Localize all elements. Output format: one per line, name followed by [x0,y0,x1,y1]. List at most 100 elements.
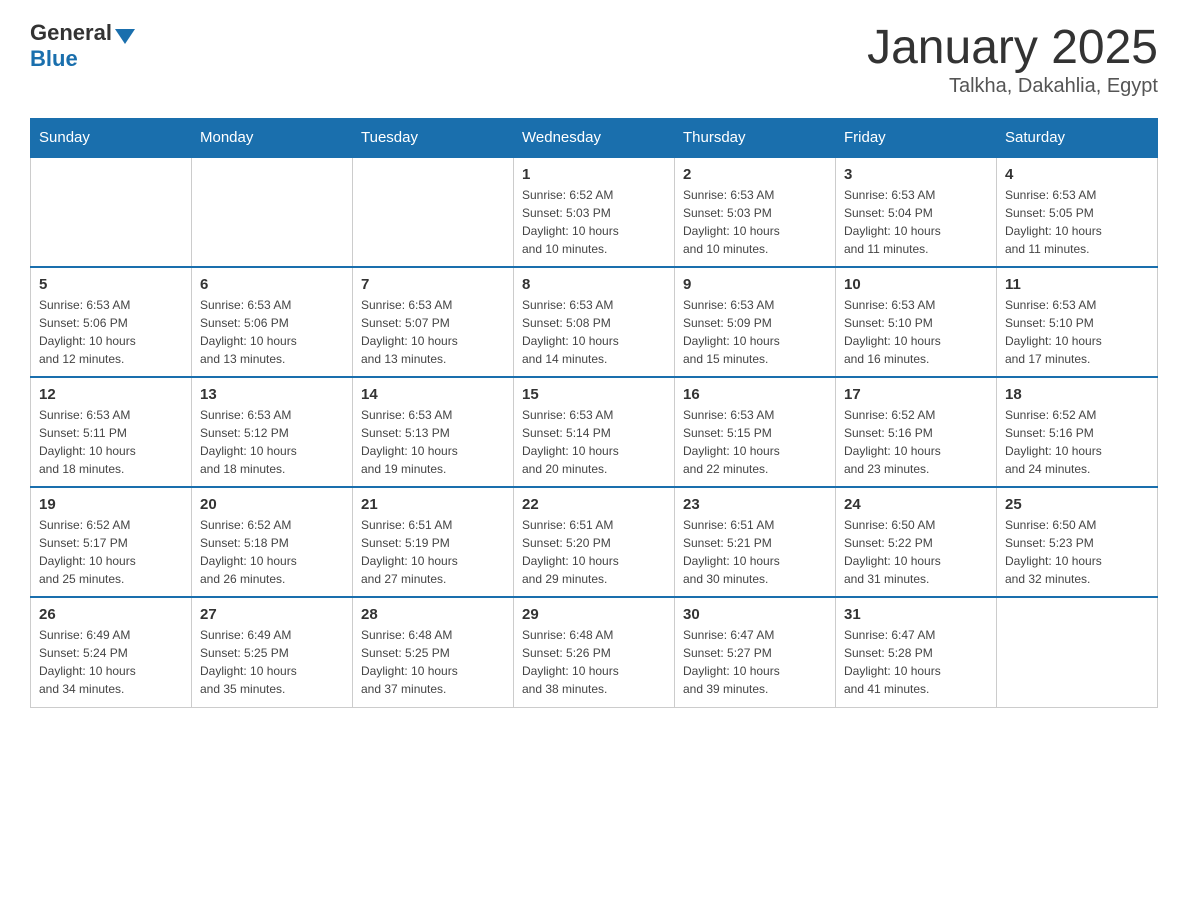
day-number: 27 [200,606,344,623]
calendar-subtitle: Talkha, Dakahlia, Egypt [867,75,1158,98]
day-number: 6 [200,276,344,293]
day-info: Sunrise: 6:52 AM Sunset: 5:16 PM Dayligh… [1005,406,1149,478]
day-info: Sunrise: 6:53 AM Sunset: 5:06 PM Dayligh… [200,296,344,368]
table-cell: 30 Sunrise: 6:47 AM Sunset: 5:27 PM Dayli… [675,597,836,707]
header-saturday: Saturday [997,119,1158,158]
day-info: Sunrise: 6:53 AM Sunset: 5:15 PM Dayligh… [683,406,827,478]
table-cell: 6 Sunrise: 6:53 AM Sunset: 5:06 PM Daylig… [192,267,353,377]
day-number: 26 [39,606,183,623]
day-info: Sunrise: 6:52 AM Sunset: 5:03 PM Dayligh… [522,186,666,258]
week-row-3: 12Sunrise: 6:53 AM Sunset: 5:11 PM Dayli… [31,377,1158,487]
table-cell: 9Sunrise: 6:53 AM Sunset: 5:09 PM Daylig… [675,267,836,377]
header-row: SundayMondayTuesdayWednesdayThursdayFrid… [31,119,1158,158]
calendar-title: January 2025 [867,20,1158,75]
day-info: Sunrise: 6:53 AM Sunset: 5:10 PM Dayligh… [844,296,988,368]
title-section: January 2025 Talkha, Dakahlia, Egypt [867,20,1158,98]
day-info: Sunrise: 6:52 AM Sunset: 5:18 PM Dayligh… [200,516,344,588]
day-info: Sunrise: 6:53 AM Sunset: 5:03 PM Dayligh… [683,186,827,258]
day-number: 4 [1005,166,1149,183]
day-number: 30 [683,606,827,623]
day-info: Sunrise: 6:53 AM Sunset: 5:08 PM Dayligh… [522,296,666,368]
day-number: 14 [361,386,505,403]
table-cell [31,157,192,267]
day-number: 16 [683,386,827,403]
day-info: Sunrise: 6:52 AM Sunset: 5:16 PM Dayligh… [844,406,988,478]
day-number: 8 [522,276,666,293]
table-cell: 2 Sunrise: 6:53 AM Sunset: 5:03 PM Daylig… [675,157,836,267]
day-info: Sunrise: 6:53 AM Sunset: 5:13 PM Dayligh… [361,406,505,478]
table-cell: 24 Sunrise: 6:50 AM Sunset: 5:22 PM Dayli… [836,487,997,597]
header-sunday: Sunday [31,119,192,158]
table-cell [353,157,514,267]
logo-blue: Blue [30,46,78,71]
table-cell: 19 Sunrise: 6:52 AM Sunset: 5:17 PM Dayli… [31,487,192,597]
day-info: Sunrise: 6:48 AM Sunset: 5:26 PM Dayligh… [522,626,666,698]
day-number: 7 [361,276,505,293]
day-number: 12 [39,386,183,403]
day-info: Sunrise: 6:53 AM Sunset: 5:06 PM Dayligh… [39,296,183,368]
day-number: 17 [844,386,988,403]
table-cell: 12Sunrise: 6:53 AM Sunset: 5:11 PM Dayli… [31,377,192,487]
day-info: Sunrise: 6:50 AM Sunset: 5:22 PM Dayligh… [844,516,988,588]
table-cell: 15Sunrise: 6:53 AM Sunset: 5:14 PM Dayli… [514,377,675,487]
table-cell: 7 Sunrise: 6:53 AM Sunset: 5:07 PM Daylig… [353,267,514,377]
week-row-2: 5 Sunrise: 6:53 AM Sunset: 5:06 PM Daylig… [31,267,1158,377]
logo-triangle-icon [115,29,135,44]
page-header: General Blue January 2025 Talkha, Dakahl… [30,20,1158,98]
day-number: 11 [1005,276,1149,293]
week-row-5: 26 Sunrise: 6:49 AM Sunset: 5:24 PM Dayli… [31,597,1158,707]
header-thursday: Thursday [675,119,836,158]
day-number: 24 [844,496,988,513]
table-cell: 11 Sunrise: 6:53 AM Sunset: 5:10 PM Dayli… [997,267,1158,377]
day-number: 29 [522,606,666,623]
day-number: 3 [844,166,988,183]
header-tuesday: Tuesday [353,119,514,158]
day-info: Sunrise: 6:53 AM Sunset: 5:05 PM Dayligh… [1005,186,1149,258]
day-info: Sunrise: 6:49 AM Sunset: 5:25 PM Dayligh… [200,626,344,698]
logo-general: General [30,20,112,46]
logo: General Blue [30,20,135,72]
table-cell: 21Sunrise: 6:51 AM Sunset: 5:19 PM Dayli… [353,487,514,597]
day-number: 23 [683,496,827,513]
table-cell: 5 Sunrise: 6:53 AM Sunset: 5:06 PM Daylig… [31,267,192,377]
day-info: Sunrise: 6:52 AM Sunset: 5:17 PM Dayligh… [39,516,183,588]
day-info: Sunrise: 6:53 AM Sunset: 5:04 PM Dayligh… [844,186,988,258]
day-number: 5 [39,276,183,293]
day-number: 2 [683,166,827,183]
day-info: Sunrise: 6:49 AM Sunset: 5:24 PM Dayligh… [39,626,183,698]
day-info: Sunrise: 6:47 AM Sunset: 5:27 PM Dayligh… [683,626,827,698]
table-cell: 8 Sunrise: 6:53 AM Sunset: 5:08 PM Daylig… [514,267,675,377]
day-info: Sunrise: 6:53 AM Sunset: 5:09 PM Dayligh… [683,296,827,368]
header-wednesday: Wednesday [514,119,675,158]
day-number: 13 [200,386,344,403]
week-row-1: 1 Sunrise: 6:52 AM Sunset: 5:03 PM Daylig… [31,157,1158,267]
table-cell: 16 Sunrise: 6:53 AM Sunset: 5:15 PM Dayli… [675,377,836,487]
day-number: 22 [522,496,666,513]
day-info: Sunrise: 6:51 AM Sunset: 5:19 PM Dayligh… [361,516,505,588]
day-info: Sunrise: 6:50 AM Sunset: 5:23 PM Dayligh… [1005,516,1149,588]
day-info: Sunrise: 6:53 AM Sunset: 5:12 PM Dayligh… [200,406,344,478]
table-cell [997,597,1158,707]
day-number: 25 [1005,496,1149,513]
day-number: 15 [522,386,666,403]
day-info: Sunrise: 6:51 AM Sunset: 5:21 PM Dayligh… [683,516,827,588]
table-cell: 3 Sunrise: 6:53 AM Sunset: 5:04 PM Daylig… [836,157,997,267]
table-cell: 1 Sunrise: 6:52 AM Sunset: 5:03 PM Daylig… [514,157,675,267]
table-cell: 20Sunrise: 6:52 AM Sunset: 5:18 PM Dayli… [192,487,353,597]
header-friday: Friday [836,119,997,158]
day-number: 31 [844,606,988,623]
table-cell: 25 Sunrise: 6:50 AM Sunset: 5:23 PM Dayli… [997,487,1158,597]
table-cell: 14 Sunrise: 6:53 AM Sunset: 5:13 PM Dayli… [353,377,514,487]
day-number: 1 [522,166,666,183]
header-monday: Monday [192,119,353,158]
day-number: 19 [39,496,183,513]
calendar-table: SundayMondayTuesdayWednesdayThursdayFrid… [30,118,1158,708]
table-cell: 4 Sunrise: 6:53 AM Sunset: 5:05 PM Daylig… [997,157,1158,267]
table-cell: 22 Sunrise: 6:51 AM Sunset: 5:20 PM Dayli… [514,487,675,597]
day-info: Sunrise: 6:51 AM Sunset: 5:20 PM Dayligh… [522,516,666,588]
day-info: Sunrise: 6:53 AM Sunset: 5:07 PM Dayligh… [361,296,505,368]
table-cell: 18Sunrise: 6:52 AM Sunset: 5:16 PM Dayli… [997,377,1158,487]
table-cell: 10 Sunrise: 6:53 AM Sunset: 5:10 PM Dayli… [836,267,997,377]
day-info: Sunrise: 6:53 AM Sunset: 5:10 PM Dayligh… [1005,296,1149,368]
day-number: 10 [844,276,988,293]
